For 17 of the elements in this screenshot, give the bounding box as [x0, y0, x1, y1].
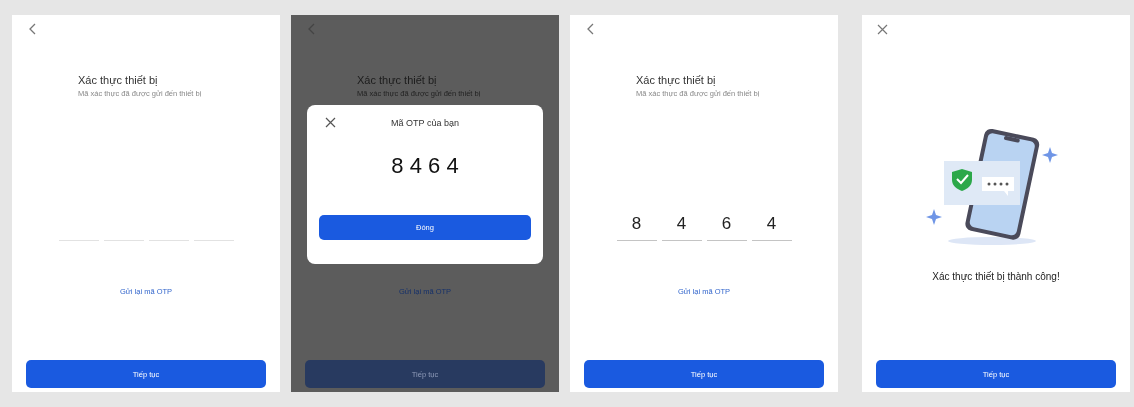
otp-digit-field[interactable]: 4: [661, 214, 702, 241]
otp-digit-field[interactable]: 8: [616, 214, 657, 241]
otp-digit-field[interactable]: 4: [751, 214, 792, 241]
back-icon: [307, 23, 315, 35]
screen-title: Xác thực thiết bị: [357, 74, 438, 86]
success-message: Xác thực thiết bị thành công!: [932, 271, 1060, 282]
otp-digit-field[interactable]: 6: [706, 214, 747, 241]
dialog-title: Mã OTP của bạn: [391, 118, 459, 128]
close-icon: [876, 23, 888, 35]
close-button[interactable]: [325, 117, 336, 128]
back-icon: [28, 23, 36, 35]
close-button[interactable]: [876, 23, 888, 35]
otp-code: 8 4 6 4: [391, 153, 459, 179]
close-icon: [325, 117, 336, 128]
screen-title: Xác thực thiết bị: [636, 74, 717, 86]
screen-title: Xác thực thiết bị: [78, 74, 159, 86]
back-icon: [586, 23, 594, 35]
